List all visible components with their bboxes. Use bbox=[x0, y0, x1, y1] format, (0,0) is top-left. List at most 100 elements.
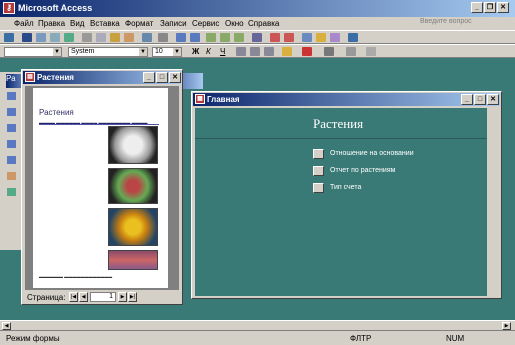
switchboard-header: Растения bbox=[195, 108, 487, 138]
print-icon[interactable] bbox=[36, 33, 46, 42]
font-name-combo[interactable]: System ▼ bbox=[68, 47, 148, 57]
plant-photo bbox=[108, 168, 158, 204]
spelling-icon[interactable] bbox=[64, 33, 74, 42]
new-object-icon[interactable] bbox=[330, 33, 340, 42]
close-icon[interactable]: ✕ bbox=[169, 72, 181, 83]
page-navigation: Страница: |◀ ◀ 1 ▶ ▶| bbox=[25, 292, 179, 304]
close-icon[interactable]: ✕ bbox=[487, 94, 499, 105]
save-icon[interactable] bbox=[22, 33, 32, 42]
database-window-icon[interactable] bbox=[316, 33, 326, 42]
plant-photo bbox=[108, 126, 158, 164]
mdi-horizontal-scrollbar[interactable]: ◀ ▶ bbox=[0, 320, 515, 330]
page-number-input[interactable]: 1 bbox=[90, 292, 116, 302]
preview-icon[interactable] bbox=[50, 33, 60, 42]
scroll-left-icon[interactable]: ◀ bbox=[2, 322, 11, 330]
italic-button[interactable]: К bbox=[206, 47, 211, 56]
font-color-icon[interactable] bbox=[302, 47, 312, 56]
align-left-icon[interactable] bbox=[236, 47, 246, 56]
sort-descending-icon[interactable] bbox=[190, 33, 200, 42]
sort-ascending-icon[interactable] bbox=[176, 33, 186, 42]
switchboard-item-button[interactable] bbox=[313, 166, 324, 176]
switchboard-title: Главная bbox=[207, 95, 240, 104]
menu-records[interactable]: Записи bbox=[160, 19, 187, 28]
next-page-icon[interactable]: ▶ bbox=[118, 292, 127, 302]
plant-photo bbox=[108, 208, 158, 246]
access-key-icon[interactable]: ⚷ bbox=[3, 2, 15, 14]
font-size-combo[interactable]: 10 ▼ bbox=[152, 47, 182, 57]
bold-button[interactable]: Ж bbox=[192, 47, 199, 56]
status-filter: ФЛТР bbox=[350, 334, 372, 343]
toolbox-tool-icon[interactable] bbox=[7, 124, 16, 132]
insert-hyperlink-icon[interactable] bbox=[158, 33, 168, 42]
ask-question-input[interactable]: Введите вопрос bbox=[420, 18, 500, 29]
switchboard-window: ▦ Главная _ □ ✕ Растения Отношение на ос… bbox=[191, 91, 502, 299]
scroll-right-icon[interactable]: ▶ bbox=[502, 322, 511, 330]
menu-insert[interactable]: Вставка bbox=[90, 19, 120, 28]
menu-file[interactable]: Файл bbox=[14, 19, 34, 28]
first-page-icon[interactable]: |◀ bbox=[69, 292, 78, 302]
minimize-icon[interactable]: _ bbox=[461, 94, 473, 105]
filter-by-selection-icon[interactable] bbox=[206, 33, 216, 42]
preview-canvas[interactable]: Растения ▬▬▬▬ ▬▬▬▬▬▬ ▬▬▬▬ ▬▬▬▬▬▬▬▬ ▬▬▬▬ … bbox=[25, 86, 179, 290]
prev-page-icon[interactable]: ◀ bbox=[79, 292, 88, 302]
app-window-controls: _ ❐ ✕ bbox=[471, 2, 509, 13]
apply-filter-icon[interactable] bbox=[234, 33, 244, 42]
copy-icon[interactable] bbox=[96, 33, 106, 42]
menu-tools[interactable]: Сервис bbox=[192, 19, 219, 28]
menu-window[interactable]: Окно bbox=[225, 19, 244, 28]
toolbox-tool-icon[interactable] bbox=[7, 188, 16, 196]
status-numlock: NUM bbox=[446, 334, 465, 343]
delete-record-icon[interactable] bbox=[284, 33, 294, 42]
align-center-icon[interactable] bbox=[250, 47, 260, 56]
undo-icon[interactable] bbox=[142, 33, 152, 42]
switchboard-item-button[interactable] bbox=[313, 149, 324, 159]
preview-titlebar[interactable]: ▤ Растения _ □ ✕ bbox=[23, 71, 181, 84]
find-icon[interactable] bbox=[252, 33, 262, 42]
report-icon: ▤ bbox=[25, 72, 35, 82]
menu-format[interactable]: Формат bbox=[125, 19, 153, 28]
maximize-icon[interactable]: □ bbox=[474, 94, 486, 105]
switchboard-heading: Растения bbox=[313, 116, 364, 131]
toolbox-tool-icon[interactable] bbox=[7, 172, 16, 180]
formatting-toolbar: ▼ System ▼ 10 ▼ Ж К Ч bbox=[0, 44, 515, 58]
cut-icon[interactable] bbox=[82, 33, 92, 42]
menu-bar: Файл Правка Вид Вставка Формат Записи Се… bbox=[0, 17, 515, 30]
menu-edit[interactable]: Правка bbox=[38, 19, 65, 28]
switchboard-item-label: Тип счета bbox=[330, 184, 362, 191]
line-width-icon[interactable] bbox=[346, 47, 356, 56]
preview-title: Растения bbox=[37, 73, 74, 82]
menu-view[interactable]: Вид bbox=[70, 19, 84, 28]
fill-color-icon[interactable] bbox=[282, 47, 292, 56]
form-icon: ▦ bbox=[195, 94, 205, 104]
toolbox-tool-icon[interactable] bbox=[7, 140, 16, 148]
line-color-icon[interactable] bbox=[324, 47, 334, 56]
toolbox-tool-icon[interactable] bbox=[7, 108, 16, 116]
maximize-icon[interactable]: □ bbox=[156, 72, 168, 83]
new-record-icon[interactable] bbox=[270, 33, 280, 42]
minimize-icon[interactable]: _ bbox=[471, 2, 483, 13]
format-painter-icon[interactable] bbox=[124, 33, 134, 42]
special-effect-icon[interactable] bbox=[366, 47, 376, 56]
object-combo[interactable]: ▼ bbox=[4, 47, 62, 57]
toolbox-tool-icon[interactable] bbox=[7, 92, 16, 100]
report-preview-window: ▤ Растения _ □ ✕ Растения ▬▬▬▬ ▬▬▬▬▬▬ ▬▬… bbox=[21, 69, 183, 305]
switchboard-window-controls: _ □ ✕ bbox=[461, 94, 499, 105]
underline-button[interactable]: Ч bbox=[220, 47, 225, 56]
properties-icon[interactable] bbox=[302, 33, 312, 42]
switchboard-item-button[interactable] bbox=[313, 183, 324, 193]
switchboard-titlebar[interactable]: ▦ Главная _ □ ✕ bbox=[193, 93, 500, 106]
close-icon[interactable]: ✕ bbox=[497, 2, 509, 13]
report-divider bbox=[39, 124, 159, 125]
view-icon[interactable] bbox=[4, 33, 14, 42]
background-window-stub[interactable] bbox=[183, 73, 203, 89]
paste-icon[interactable] bbox=[110, 33, 120, 42]
last-page-icon[interactable]: ▶| bbox=[128, 292, 137, 302]
restore-icon[interactable]: ❐ bbox=[484, 2, 496, 13]
align-right-icon[interactable] bbox=[264, 47, 274, 56]
minimize-icon[interactable]: _ bbox=[143, 72, 155, 83]
filter-by-form-icon[interactable] bbox=[220, 33, 230, 42]
help-icon[interactable] bbox=[348, 33, 358, 42]
toolbox-tool-icon[interactable] bbox=[7, 156, 16, 164]
toolbox-strip bbox=[0, 72, 22, 250]
menu-help[interactable]: Справка bbox=[248, 19, 279, 28]
